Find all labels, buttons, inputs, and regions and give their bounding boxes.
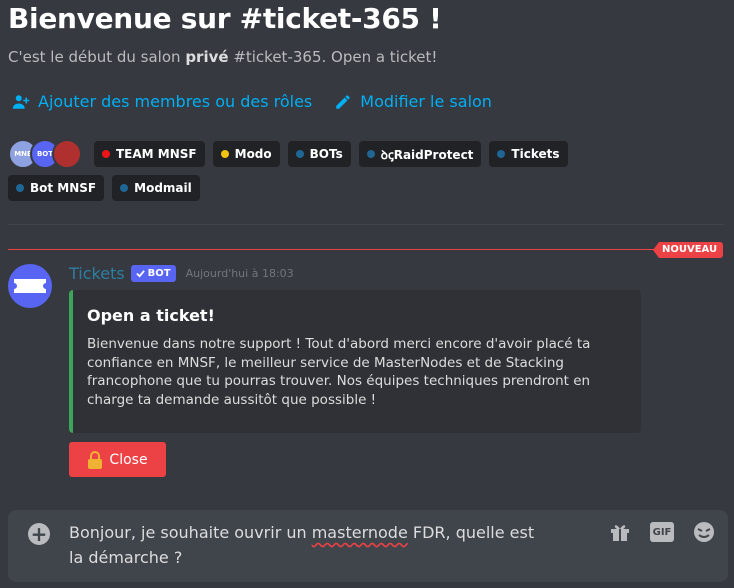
add-member-icon: [12, 94, 30, 109]
welcome-subtitle: C'est le début du salon privé #ticket-36…: [8, 46, 728, 68]
close-ticket-button[interactable]: Close: [69, 442, 166, 477]
role-pill-tickets[interactable]: Tickets: [489, 141, 568, 167]
welcome-title: Bienvenue sur #ticket-365 !: [8, 2, 442, 35]
misspelled-word[interactable]: masternode: [312, 523, 408, 542]
add-members-button[interactable]: Ajouter des membres ou des rôles: [12, 92, 312, 111]
role-color-dot: [120, 184, 129, 192]
role-pill-bot-mnsf[interactable]: Bot MNSF: [8, 175, 105, 201]
avatar[interactable]: [52, 139, 82, 169]
lock-icon: [88, 450, 103, 469]
role-pill-raidprotect[interactable]: ꝺꞔRaidProtect: [358, 141, 482, 167]
role-color-dot: [16, 184, 24, 192]
edit-channel-button[interactable]: Modifier le salon: [334, 92, 492, 111]
subtitle-prefix: C'est le début du salon: [8, 48, 186, 66]
channel-access-list: MNE BOT TEAM MNSF Modo BOTs ꝺꞔRaidProtec…: [8, 139, 658, 201]
channel-actions: Ajouter des membres ou des rôles Modifie…: [12, 92, 492, 111]
close-button-label: Close: [109, 451, 148, 468]
subtitle-suffix: #ticket-365. Open a ticket!: [228, 48, 438, 66]
role-pill-modmail[interactable]: Modmail: [112, 175, 200, 201]
role-pill-team-mnsf[interactable]: TEAM MNSF: [94, 141, 205, 167]
add-members-label: Ajouter des membres ou des rôles: [38, 92, 313, 111]
embed-description: Bienvenue dans notre support ! Tout d'ab…: [87, 336, 591, 408]
gift-icon: [611, 525, 629, 541]
composer-tools: GIF: [608, 520, 716, 544]
ticket-icon: [14, 279, 46, 293]
channel-welcome: Bienvenue sur #ticket-365 ! C'est le déb…: [8, 0, 728, 68]
subtitle-bold: privé: [185, 48, 229, 66]
role-pill-modo[interactable]: Modo: [212, 141, 280, 167]
message-composer[interactable]: + Bonjour, je souhaite ouvrir un mastern…: [8, 510, 728, 582]
emoji-button[interactable]: [692, 520, 716, 544]
section-divider: [8, 224, 724, 225]
message-timestamp[interactable]: Aujourd'hui à 18:03: [186, 267, 294, 280]
pencil-icon: [336, 94, 351, 109]
gif-button[interactable]: GIF: [650, 520, 674, 544]
edit-channel-label: Modifier le salon: [360, 92, 492, 111]
role-pill-bots[interactable]: BOTs: [287, 141, 351, 167]
bot-avatar[interactable]: [8, 264, 52, 308]
member-avatars: MNE BOT: [8, 139, 82, 169]
embed-title: Open a ticket!: [87, 306, 215, 325]
role-color-dot: [295, 150, 304, 158]
message-input[interactable]: Bonjour, je souhaite ouvrir un masternod…: [69, 520, 539, 570]
bot-tag: BOT: [130, 265, 176, 282]
role-color-dot: [497, 150, 506, 158]
add-attachment-button[interactable]: +: [28, 523, 50, 545]
message-embed: Open a ticket! Bienvenue dans notre supp…: [69, 290, 641, 433]
role-color-dot: [102, 150, 110, 158]
new-messages-divider: [8, 249, 658, 250]
verified-check-icon: [135, 270, 145, 278]
message-author[interactable]: Tickets: [69, 264, 125, 283]
gif-icon: GIF: [650, 522, 674, 542]
plus-icon: +: [30, 522, 48, 546]
role-color-dot: [220, 150, 229, 158]
emoji-icon: [694, 522, 714, 542]
role-color-dot: [366, 150, 375, 158]
new-messages-badge: NOUVEAU: [653, 242, 724, 258]
message-header: Tickets BOT Aujourd'hui à 18:03: [69, 264, 294, 283]
gift-button[interactable]: [608, 520, 632, 544]
